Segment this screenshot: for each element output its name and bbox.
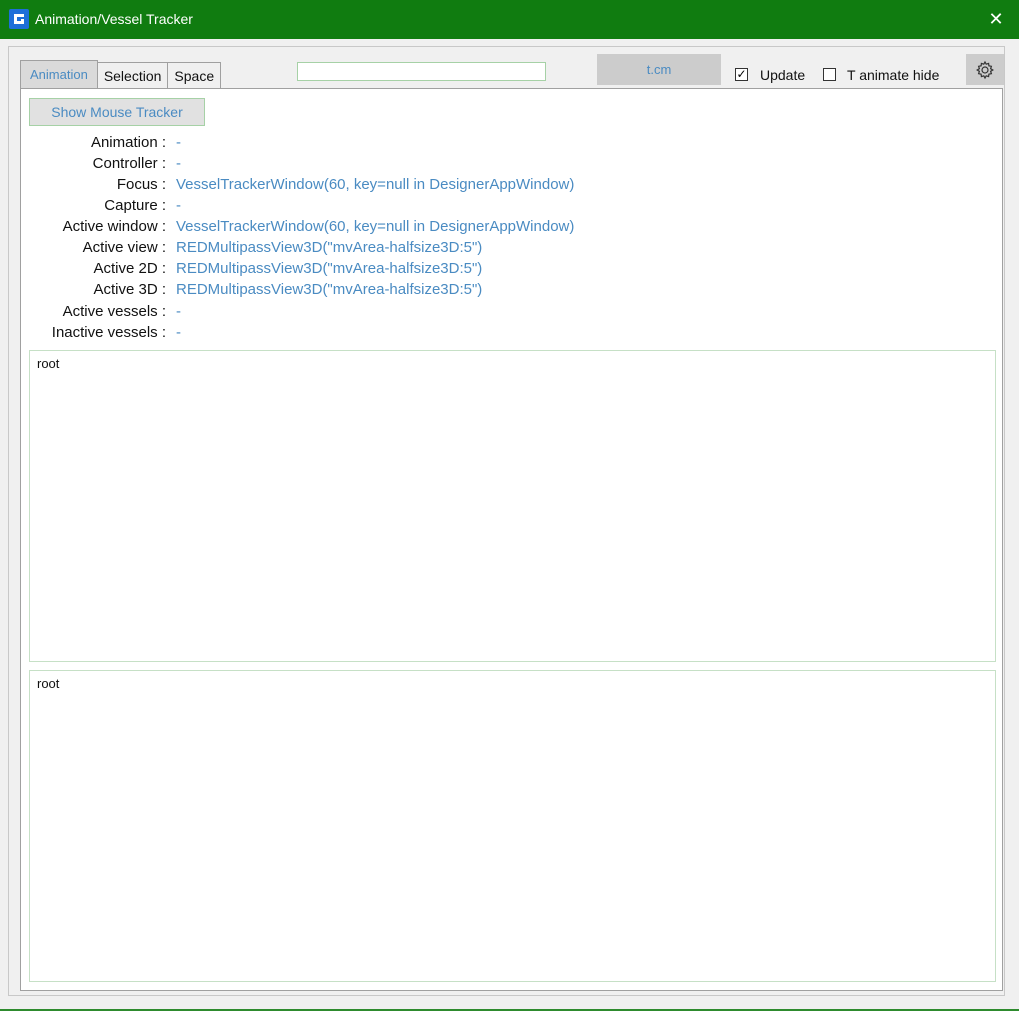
info-value: -	[176, 155, 181, 172]
app-logo-icon	[9, 9, 29, 29]
info-value: -	[176, 324, 181, 341]
animate-hide-checkbox[interactable]	[823, 68, 836, 81]
info-value: VesselTrackerWindow(60, key=null in Desi…	[176, 176, 575, 193]
info-value: -	[176, 303, 181, 320]
info-row-capture: Capture : -	[0, 197, 181, 217]
update-label: Update	[760, 67, 806, 83]
info-label: Animation :	[90, 134, 166, 151]
title-bar[interactable]: Animation/Vessel Tracker ✕	[0, 0, 1019, 39]
info-value: VesselTrackerWindow(60, key=null in Desi…	[176, 218, 575, 235]
info-row-animation: Animation : -	[0, 134, 181, 154]
info-row-inactive-vessels: Inactive vessels : -	[0, 324, 181, 344]
gear-icon	[976, 60, 994, 79]
info-label: Capture :	[104, 197, 166, 214]
info-row-active-window: Active window : VesselTrackerWindow(60, …	[0, 218, 575, 238]
info-label: Active window :	[62, 218, 166, 235]
info-row-controller: Controller : -	[0, 155, 181, 175]
info-label: Active vessels :	[62, 303, 166, 320]
close-button[interactable]: ✕	[973, 0, 1019, 39]
vessel-tracker-window: Animation/Vessel Tracker ✕ Animation Sel…	[0, 0, 1019, 1011]
tab-animation[interactable]: Animation	[20, 60, 98, 88]
info-row-active-vessels: Active vessels : -	[0, 303, 181, 323]
info-label: Controller :	[92, 155, 166, 172]
info-label: Inactive vessels :	[51, 324, 166, 341]
update-checkbox[interactable]: ✓	[735, 68, 748, 81]
info-label: Active 2D :	[93, 260, 166, 277]
show-mouse-tracker-button[interactable]: Show Mouse Tracker	[29, 98, 205, 126]
info-value: REDMultipassView3D("mvArea-halfsize3D:5"…	[176, 260, 483, 277]
window-title: Animation/Vessel Tracker	[35, 11, 193, 27]
info-label: Focus :	[116, 176, 166, 193]
info-value: -	[176, 134, 181, 151]
info-row-active-3d: Active 3D : REDMultipassView3D("mvArea-h…	[0, 281, 482, 301]
tree-view-top[interactable]: root	[29, 350, 996, 662]
info-row-active-2d: Active 2D : REDMultipassView3D("mvArea-h…	[0, 260, 482, 280]
info-value: -	[176, 197, 181, 214]
animate-hide-label: T animate hide	[847, 67, 940, 83]
info-row-focus: Focus : VesselTrackerWindow(60, key=null…	[0, 176, 575, 196]
search-input[interactable]	[297, 62, 546, 81]
tree-root-item[interactable]: root	[37, 676, 59, 691]
settings-button[interactable]	[966, 54, 1004, 85]
tree-view-bottom[interactable]: root	[29, 670, 996, 982]
tab-space[interactable]: Space	[167, 62, 222, 88]
tcm-button[interactable]: t.cm	[597, 54, 721, 85]
tab-selection[interactable]: Selection	[96, 62, 169, 88]
tab-strip: Animation Selection Space	[20, 60, 222, 88]
info-row-active-view: Active view : REDMultipassView3D("mvArea…	[0, 239, 483, 259]
info-value: REDMultipassView3D("mvArea-halfsize3D:5"…	[176, 239, 483, 256]
info-value: REDMultipassView3D("mvArea-halfsize3D:5"…	[176, 281, 483, 298]
close-icon: ✕	[988, 9, 1004, 29]
info-label: Active 3D :	[93, 281, 166, 298]
checkmark-icon: ✓	[736, 67, 747, 81]
info-label: Active view :	[82, 239, 166, 256]
tree-root-item[interactable]: root	[37, 356, 59, 371]
